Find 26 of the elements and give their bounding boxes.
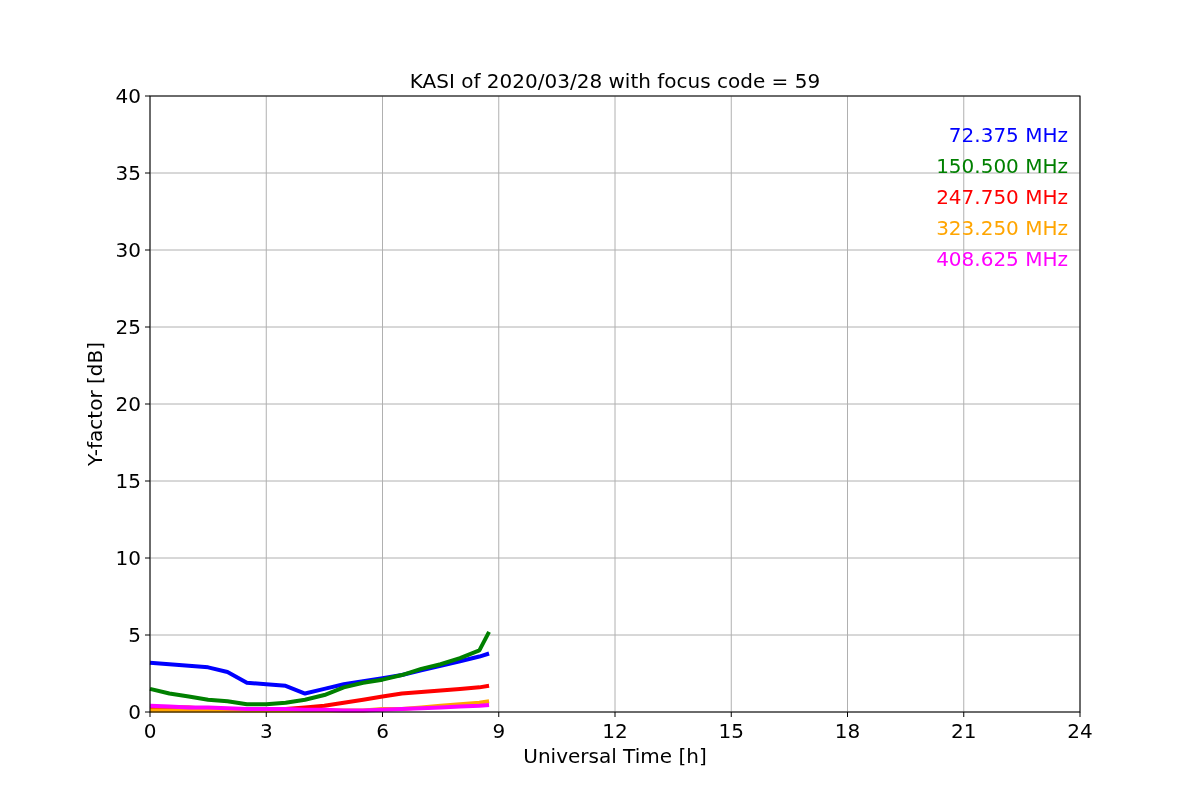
tick-label: 12 xyxy=(602,719,628,743)
legend-label: 72.375 MHz xyxy=(948,123,1068,147)
tick-label: 10 xyxy=(115,546,141,570)
legend-label: 150.500 MHz xyxy=(936,154,1068,178)
tick-label: 30 xyxy=(115,238,141,262)
tick-label: 0 xyxy=(128,700,141,724)
tick-label: 9 xyxy=(492,719,506,743)
chart-title: KASI of 2020/03/28 with focus code = 59 xyxy=(409,69,821,93)
tick-label: 15 xyxy=(718,719,744,743)
legend-label: 408.625 MHz xyxy=(936,247,1068,271)
tick-label: 5 xyxy=(128,623,141,647)
tick-label: 18 xyxy=(834,719,861,743)
tick-label: 40 xyxy=(115,84,141,108)
tick-label: 6 xyxy=(376,719,389,743)
legend-label: 323.250 MHz xyxy=(936,216,1068,240)
tick-label: 35 xyxy=(115,161,141,185)
tick-label: 24 xyxy=(1067,719,1093,743)
tick-label: 15 xyxy=(115,469,141,493)
axis-label: Y-factor [dB] xyxy=(83,342,107,466)
tick-label: 25 xyxy=(115,315,141,339)
legend-label: 247.750 MHz xyxy=(936,185,1068,209)
axis-label: Universal Time [h] xyxy=(523,744,707,768)
tick-label: 3 xyxy=(259,719,273,743)
tick-label: 21 xyxy=(951,719,977,743)
tick-label: 20 xyxy=(115,392,141,416)
tick-label: 0 xyxy=(143,719,157,743)
